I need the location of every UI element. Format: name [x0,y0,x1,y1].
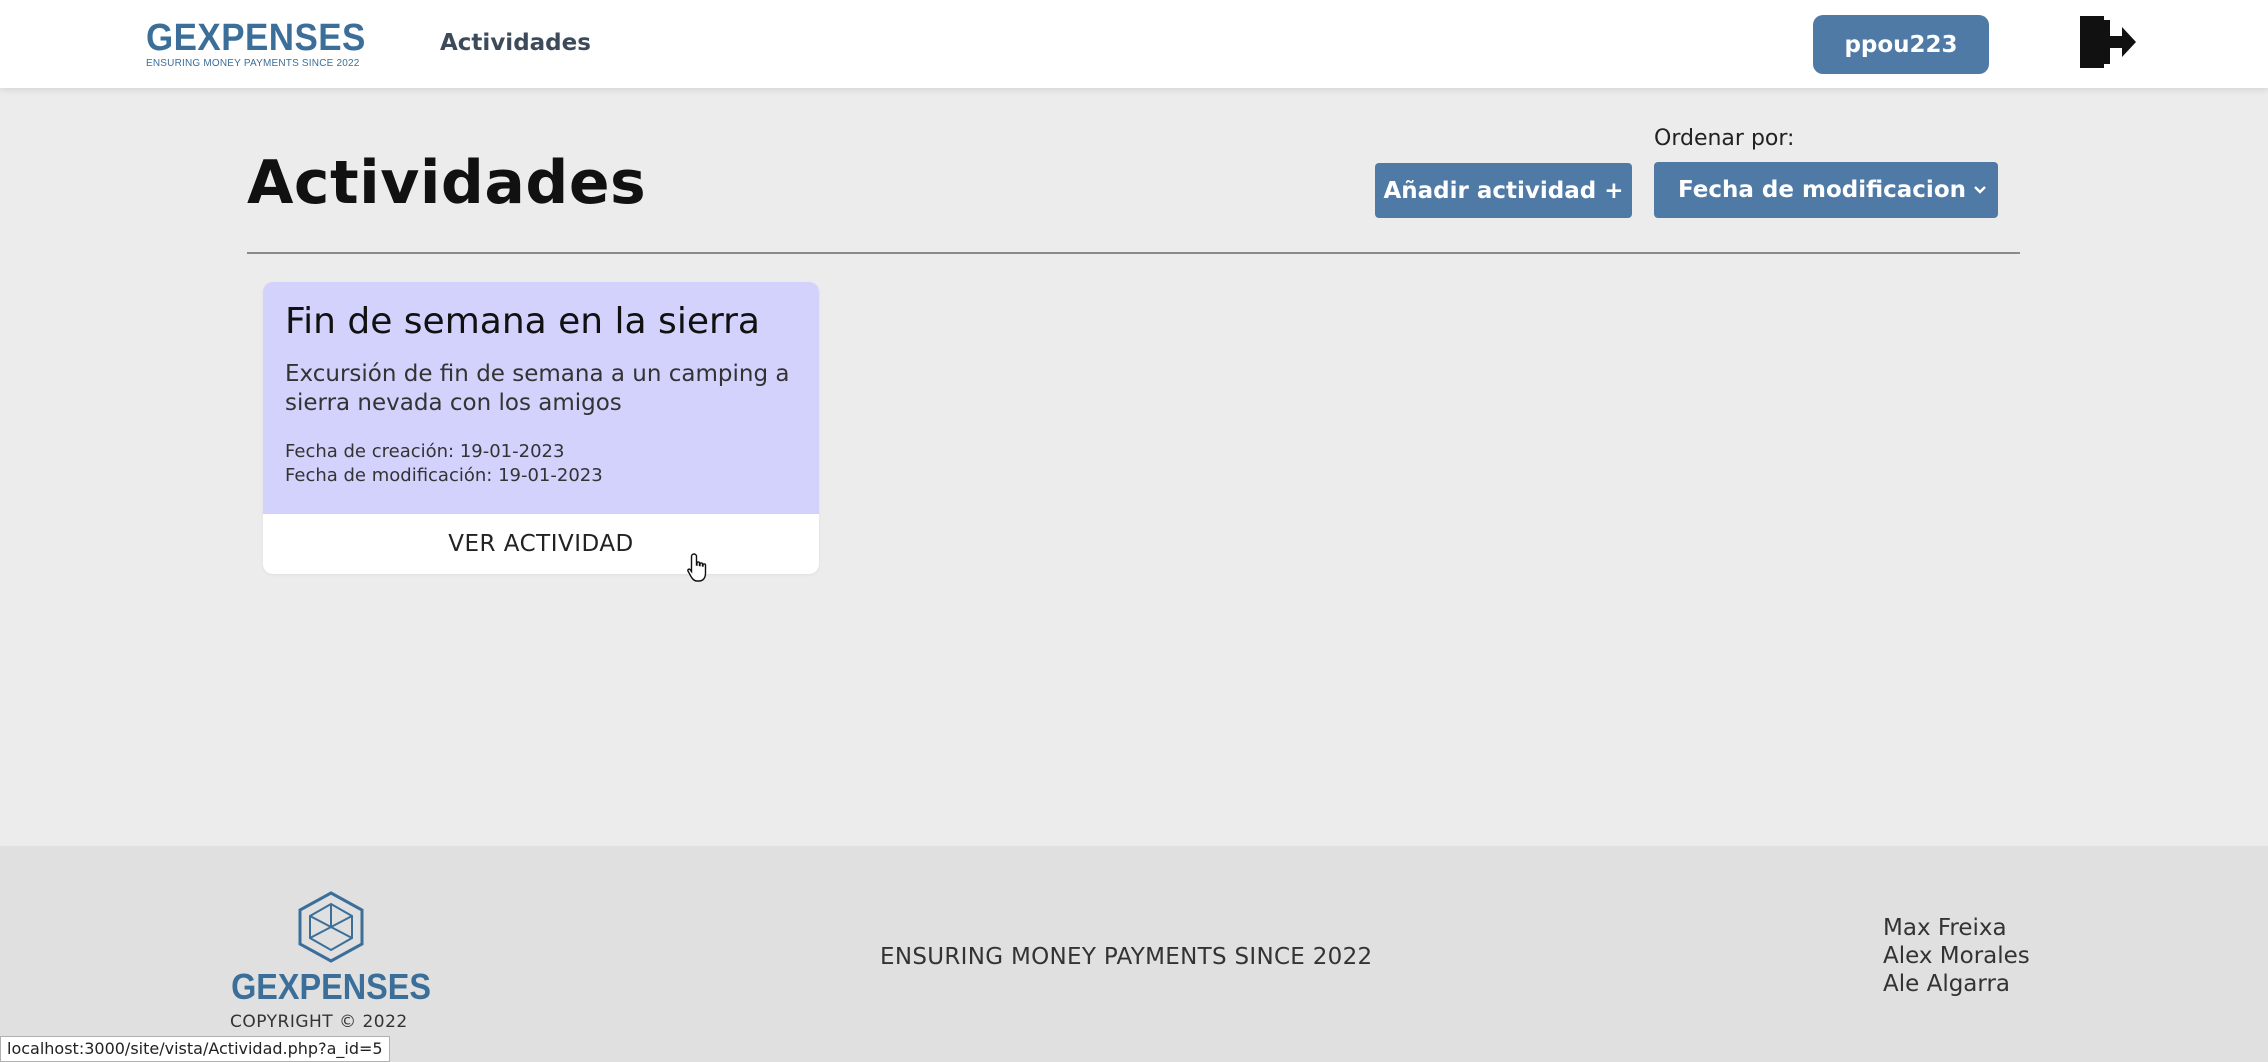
logout-icon[interactable] [2074,12,2138,72]
author-name: Ale Algarra [1883,971,2011,997]
cube-logo-icon [298,891,364,963]
activity-created-date: Fecha de creación: 19-01-2023 [285,441,565,462]
brand-tagline: ENSURING MONEY PAYMENTS SINCE 2022 [146,58,360,69]
user-button[interactable]: ppou223 [1813,15,1989,74]
activity-card-body: Fin de semana en la sierra Excursión de … [263,282,819,514]
author-name: Max Freixa [1883,915,2007,941]
sort-label: Ordenar por: [1654,126,1795,151]
brand-logo[interactable]: GEXPENSES ENSURING MONEY PAYMENTS SINCE … [146,18,385,69]
activity-card-meta: Fecha de creación: 19-01-2023 Fecha de m… [285,440,797,488]
footer-brand-name: GEXPENSES [231,966,431,1007]
sort-select-value: Fecha de modificacion [1678,177,1966,203]
footer-copyright: COPYRIGHT © 2022 [230,1012,408,1032]
navbar: GEXPENSES ENSURING MONEY PAYMENTS SINCE … [0,0,2268,88]
sort-select[interactable]: Fecha de modificacion [1654,162,1998,218]
brand-name: GEXPENSES [146,17,366,59]
hand-cursor-icon [687,553,707,582]
divider [247,252,2020,254]
add-activity-button[interactable]: Añadir actividad + [1375,163,1632,218]
activity-card: Fin de semana en la sierra Excursión de … [263,282,819,574]
footer-authors: Max Freixa Alex Morales Ale Algarra [1883,914,2030,998]
chevron-down-icon [1974,186,1986,194]
view-activity-button[interactable]: VER ACTIVIDAD [263,514,819,574]
footer-tagline: ENSURING MONEY PAYMENTS SINCE 2022 [880,944,1373,970]
activity-card-description: Excursión de fin de semana a un camping … [285,361,790,416]
activity-modified-date: Fecha de modificación: 19-01-2023 [285,465,603,486]
page-title: Actividades [247,148,647,218]
status-bar-url: localhost:3000/site/vista/Actividad.php?… [0,1036,390,1062]
author-name: Alex Morales [1883,943,2030,969]
activity-card-title: Fin de semana en la sierra [285,301,760,342]
footer-logo: GEXPENSES [231,890,431,1008]
footer: GEXPENSES COPYRIGHT © 2022 ENSURING MONE… [0,846,2268,1062]
nav-link-actividades[interactable]: Actividades [440,30,591,56]
